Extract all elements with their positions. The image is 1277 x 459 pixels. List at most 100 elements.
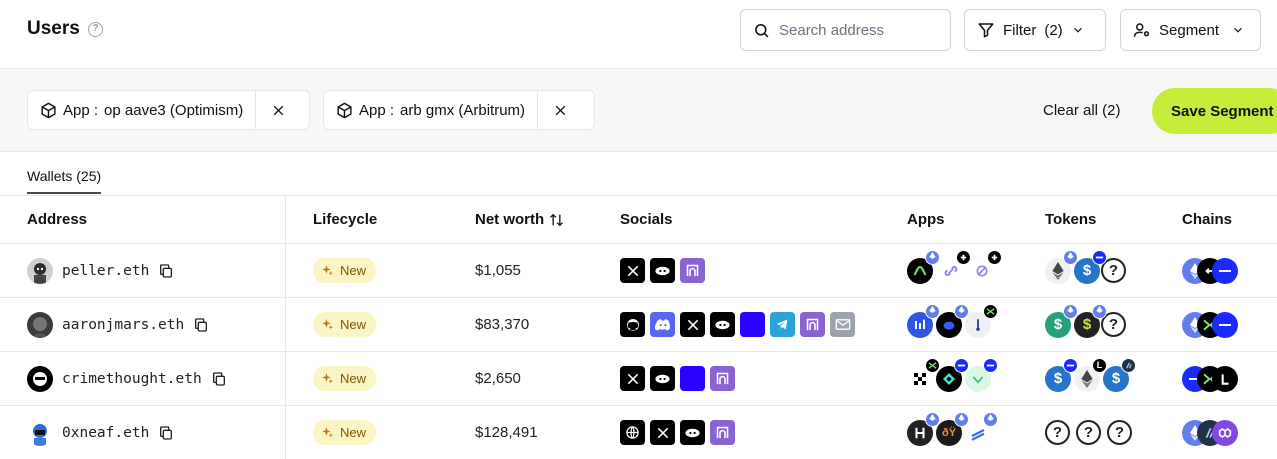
copy-icon[interactable] bbox=[158, 425, 174, 441]
app-h-icon[interactable] bbox=[907, 411, 940, 446]
unknown-token-icon[interactable]: ? bbox=[1076, 420, 1101, 445]
tokens-cell: $ $ ? bbox=[1045, 298, 1132, 351]
farcaster-icon[interactable] bbox=[710, 366, 735, 391]
avatar bbox=[27, 365, 53, 392]
lens-icon[interactable] bbox=[650, 366, 675, 391]
address-cell: 0xneaf.eth bbox=[27, 406, 174, 459]
search-input[interactable] bbox=[779, 21, 939, 39]
app-green-logo-icon[interactable] bbox=[965, 357, 998, 392]
tab-wallets[interactable]: Wallets (25) bbox=[27, 168, 102, 194]
x-icon[interactable] bbox=[620, 258, 645, 283]
lifecycle-badge: New bbox=[313, 420, 377, 445]
app-link-icon[interactable] bbox=[969, 249, 1002, 284]
segment-button[interactable]: Segment bbox=[1120, 9, 1261, 51]
column-header-net-worth[interactable]: Net worth bbox=[475, 211, 565, 228]
column-header-label: Net worth bbox=[475, 211, 545, 228]
app-mode-icon[interactable] bbox=[936, 357, 969, 392]
copy-icon[interactable] bbox=[193, 317, 209, 333]
x-icon[interactable] bbox=[650, 420, 675, 445]
farcaster-icon[interactable] bbox=[800, 312, 825, 337]
app-purple-link-icon[interactable] bbox=[938, 249, 971, 284]
filter-chip-app-gmx[interactable]: App : arb gmx (Arbitrum) bbox=[323, 90, 595, 130]
column-header-label: Tokens bbox=[1045, 211, 1097, 228]
base-chain-icon[interactable] bbox=[1212, 311, 1238, 338]
remove-filter-button[interactable] bbox=[538, 91, 582, 129]
filter-label: Filter bbox=[1003, 21, 1037, 39]
save-segment-button[interactable]: Save Segment bbox=[1152, 88, 1277, 134]
table-row[interactable]: peller.eth New $1,055 $ ? bbox=[0, 243, 1277, 297]
table-row[interactable]: aaronjmars.eth New $83,370 $ $ ? bbox=[0, 297, 1277, 351]
usdt-token-icon[interactable]: $ bbox=[1045, 303, 1078, 338]
globe-icon[interactable] bbox=[620, 420, 645, 445]
page-title: Users bbox=[27, 18, 80, 39]
email-icon[interactable] bbox=[830, 312, 855, 337]
unknown-token-icon[interactable]: ? bbox=[1045, 420, 1070, 445]
net-worth-cell: $83,370 bbox=[475, 316, 530, 333]
eth-token-icon[interactable] bbox=[1045, 249, 1078, 284]
telegram-icon[interactable] bbox=[770, 312, 795, 337]
clear-all-button[interactable]: Clear all (2) bbox=[1043, 102, 1121, 119]
copy-icon[interactable] bbox=[211, 371, 227, 387]
copy-icon[interactable] bbox=[158, 263, 174, 279]
lens-icon[interactable] bbox=[680, 420, 705, 445]
polygon-chain-icon[interactable] bbox=[1212, 419, 1238, 446]
app-okx-icon[interactable] bbox=[907, 357, 940, 392]
usdc-token-icon[interactable]: $ bbox=[1045, 357, 1078, 392]
lifecycle-badge: New bbox=[313, 366, 377, 391]
wallet-address[interactable]: 0xneaf.eth bbox=[62, 425, 149, 441]
usdc-token-icon[interactable]: $ bbox=[1074, 249, 1107, 284]
tokens-cell: $ ? bbox=[1045, 244, 1132, 297]
sparkle-icon bbox=[322, 265, 333, 276]
lifecycle-cell: New bbox=[313, 298, 377, 351]
address-cell: crimethought.eth bbox=[27, 352, 227, 405]
apps-cell: ðŸ bbox=[907, 406, 998, 459]
lens-icon[interactable] bbox=[650, 258, 675, 283]
help-icon[interactable]: ? bbox=[88, 22, 103, 37]
column-header-chains: Chains bbox=[1182, 211, 1232, 228]
linea-l-chain-icon[interactable] bbox=[1212, 365, 1238, 392]
lens-icon[interactable] bbox=[710, 312, 735, 337]
farcaster-icon[interactable] bbox=[710, 420, 735, 445]
tokens-cell: ? ? ? bbox=[1045, 406, 1138, 459]
avatar bbox=[27, 419, 53, 446]
discord-icon[interactable] bbox=[650, 312, 675, 337]
filter-chip-app-aave[interactable]: App : op aave3 (Optimism) bbox=[27, 90, 310, 130]
usdc-token-icon[interactable]: $ bbox=[1103, 357, 1136, 392]
search-box[interactable] bbox=[740, 9, 951, 51]
app-green-icon[interactable] bbox=[907, 249, 940, 284]
table-row[interactable]: crimethought.eth New $2,650 $ L $ bbox=[0, 351, 1277, 405]
lifecycle-cell: New bbox=[313, 244, 377, 297]
app-blob-icon[interactable] bbox=[936, 303, 969, 338]
x-icon[interactable] bbox=[620, 366, 645, 391]
app-orange-icon[interactable]: ðŸ bbox=[936, 411, 969, 446]
farcaster-icon[interactable] bbox=[680, 258, 705, 283]
blue-square-icon[interactable] bbox=[680, 366, 705, 391]
app-pin-icon[interactable] bbox=[965, 303, 998, 338]
chains-cell bbox=[1182, 244, 1238, 297]
socials-cell bbox=[620, 298, 855, 351]
app-stripes-icon[interactable] bbox=[965, 411, 998, 446]
blue-square-icon[interactable] bbox=[740, 312, 765, 337]
remove-filter-button[interactable] bbox=[256, 91, 300, 129]
wallet-address[interactable]: crimethought.eth bbox=[62, 371, 202, 387]
filter-chip-label[interactable]: App : op aave3 (Optimism) bbox=[28, 91, 257, 129]
x-icon[interactable] bbox=[680, 312, 705, 337]
wallet-address[interactable]: peller.eth bbox=[62, 263, 149, 279]
github-icon[interactable] bbox=[620, 312, 645, 337]
column-header-tokens: Tokens bbox=[1045, 211, 1096, 228]
filter-button[interactable]: Filter (2) bbox=[964, 9, 1106, 51]
base-mini-icon bbox=[983, 357, 998, 373]
unknown-token-icon[interactable]: ? bbox=[1107, 420, 1132, 445]
net-worth-cell: $128,491 bbox=[475, 424, 538, 441]
address-cell: aaronjmars.eth bbox=[27, 298, 209, 351]
wallet-address[interactable]: aaronjmars.eth bbox=[62, 317, 184, 333]
base-chain-icon[interactable] bbox=[1212, 257, 1238, 284]
filter-chip-value: arb gmx (Arbitrum) bbox=[400, 101, 526, 119]
dollar-token-icon[interactable]: $ bbox=[1074, 303, 1107, 338]
eth-token-icon[interactable]: L bbox=[1074, 357, 1107, 392]
sort-icon[interactable] bbox=[548, 212, 565, 228]
close-icon bbox=[555, 105, 565, 115]
table-row[interactable]: 0xneaf.eth New $128,491 ðŸ ? ? ? bbox=[0, 405, 1277, 459]
filter-chip-label[interactable]: App : arb gmx (Arbitrum) bbox=[324, 91, 539, 129]
app-chart-icon[interactable] bbox=[907, 303, 940, 338]
